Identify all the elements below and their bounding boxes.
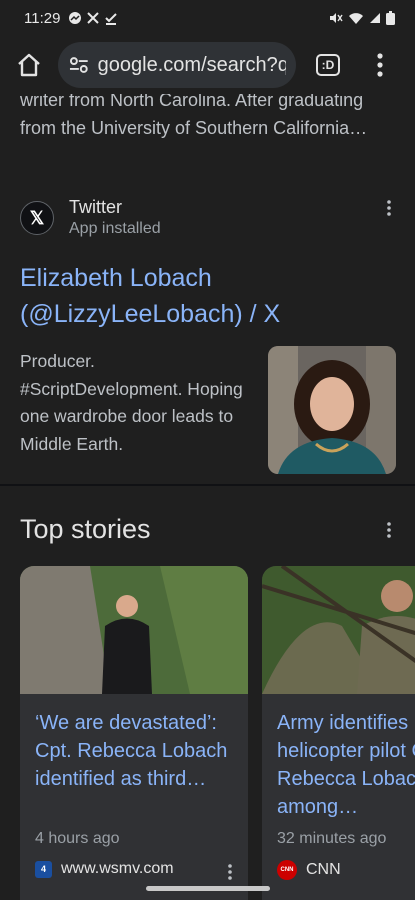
profile-photo [268, 346, 396, 474]
messenger-icon [69, 12, 82, 24]
story-card[interactable]: ‘We are devastated’: Cpt. Rebecca Lobach… [20, 566, 248, 900]
menu-button[interactable] [360, 36, 400, 94]
top-stories-heading: Top stories [20, 514, 151, 544]
more-vert-icon [387, 200, 391, 216]
cnn-logo-icon: CNN [277, 860, 297, 880]
signal-icon [370, 13, 380, 23]
battery-icon [386, 11, 395, 25]
top-stories-card: Top stories ‘We are devastated’: Cpt. Re… [0, 486, 415, 900]
result-options-button[interactable] [387, 200, 391, 219]
top-stories-options-button[interactable] [387, 522, 391, 541]
story-title[interactable]: ‘We are devastated’: Cpt. Rebecca Lobach… [35, 709, 245, 793]
system-icons [328, 11, 395, 25]
tab-switcher-button[interactable]: :D [296, 36, 360, 94]
search-results: writer from North Carolina. After gradua… [0, 94, 415, 900]
story-time: 32 minutes ago [277, 830, 387, 847]
story-card[interactable]: Army identifies helicopter pilot Capt. R… [262, 566, 415, 900]
x-logo-icon: 𝕏 [20, 201, 54, 235]
tab-count: :D [316, 54, 340, 76]
status-time: 11:29 [24, 9, 61, 27]
snippet-line: from the University of Southern Californ… [20, 118, 368, 138]
story-source: 4 www.wsmv.com [35, 860, 174, 878]
result-title-link[interactable]: Elizabeth Lobach (@LizzyLeeLobach) / X [20, 260, 400, 332]
source-name: Twitter [69, 197, 123, 217]
mute-icon [330, 13, 343, 23]
more-vert-icon [228, 864, 232, 880]
url-text[interactable]: google.com/search?q [98, 54, 286, 77]
story-source-name: CNN [306, 861, 341, 878]
story-time: 4 hours ago [35, 830, 120, 847]
gesture-navigation-bar[interactable] [146, 886, 270, 891]
wifi-icon [349, 12, 363, 24]
story-title[interactable]: Army identifies helicopter pilot Capt. R… [277, 709, 415, 821]
snippet-line: writer from North Carolina. After gradua… [20, 94, 364, 110]
twitter-result-card: 𝕏 Twitter App installed Elizabeth Lobach… [0, 168, 415, 484]
more-vert-icon [387, 522, 391, 538]
story-options-button[interactable] [228, 864, 232, 883]
wsmv-logo-icon: 4 [35, 860, 52, 878]
story-image [262, 566, 415, 694]
address-bar[interactable]: google.com/search?q [58, 42, 296, 88]
download-done-icon [105, 13, 118, 25]
notification-icons [68, 11, 118, 25]
x-icon [87, 12, 100, 24]
story-image [20, 566, 248, 694]
more-vert-icon [377, 53, 383, 77]
profile-thumbnail[interactable] [268, 346, 396, 474]
result-source[interactable]: 𝕏 Twitter App installed [20, 196, 161, 240]
source-subtitle: App installed [69, 220, 161, 237]
site-settings-icon[interactable] [68, 54, 90, 76]
browser-toolbar: google.com/search?q :D [0, 36, 415, 94]
status-bar: 11:29 [0, 0, 415, 36]
story-source-name: www.wsmv.com [61, 860, 174, 877]
previous-result-snippet: writer from North Carolina. After gradua… [20, 94, 400, 142]
home-icon [18, 53, 40, 77]
home-button[interactable] [0, 36, 58, 94]
story-source: CNN CNN [277, 860, 341, 880]
result-snippet: Producer. #ScriptDevelopment. Hoping one… [20, 351, 243, 454]
